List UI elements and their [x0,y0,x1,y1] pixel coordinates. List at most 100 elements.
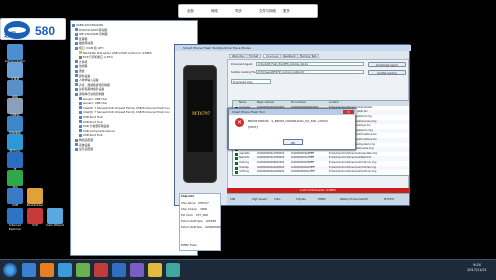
device-tree-item[interactable]: USB Composite Device [79,129,115,133]
device-tree-item[interactable]: 通用串行总线控制器 [75,92,104,96]
chip-info-value: MT6797 [198,202,209,205]
device-tree-item[interactable]: 计算机 [75,60,87,64]
chip-info-title: Chip Info [181,195,195,198]
desktop-app-icon [27,188,43,204]
device-category-icon [79,101,82,105]
desktop-icon[interactable]: 腾讯QQ [4,134,26,154]
toolbar-item[interactable]: 网络 [211,8,218,13]
table-cell: 0x000000000a400000 [257,170,285,174]
device-tree-item[interactable]: 端口 (COM 和 LPT) [75,46,104,50]
device-tree-item[interactable]: 网络适配器 [75,138,93,142]
device-category-icon [79,110,82,114]
device-category-icon [72,23,75,27]
chip-info-key: Ext Clock [181,214,194,217]
toolbar-item[interactable]: 同步 [235,8,242,13]
desktop-icon[interactable]: 控制面板 [4,116,26,136]
download-mode-select[interactable]: Download Only [231,79,271,84]
tab-format[interactable]: Format [246,54,262,58]
desktop-icon[interactable]: IE [4,152,26,172]
desktop-icon-area: Administrator 计算机 网络 回收站 控制面板 腾讯QQ IE 360 USB Int… [0,0,66,258]
taskbar-app-icon[interactable] [130,263,144,277]
tab-memory-test[interactable]: Memory Test [297,54,320,58]
device-tree-item[interactable]: USB Root Hub [79,120,103,124]
device-tree-item[interactable]: 人体学输入设备 [75,78,99,82]
device-tree-item[interactable]: 鼠标和其他指针设备 [75,87,104,91]
device-tree-item[interactable]: USB 大容量存储设备 [79,124,109,128]
taskbar-app-icon[interactable] [148,263,162,277]
device-tree-item[interactable]: Generic USB Hub [79,101,107,105]
device-tree-label: USER-20170622AW [76,23,104,27]
row-checkbox[interactable] [234,171,238,175]
device-tree-item[interactable]: USB Root Hub [79,115,103,119]
device-tree-label: 磁盘驱动器 [79,41,93,46]
desktop-app-icon [7,170,23,186]
device-tree-item[interactable]: 监视器 [75,64,87,68]
download-agent-field[interactable]: C:\tools\SP_Flash_Tool\MTK_AllInOne_DA.b… [256,62,364,66]
toolbar-item[interactable]: 全部 [187,8,194,13]
taskbar-app-icon[interactable] [166,263,180,277]
row-checkbox[interactable] [234,162,238,165]
desktop-icon[interactable]: 360 [4,170,26,190]
desktop-icon[interactable]: 回收站 [4,98,26,118]
desktop-icon[interactable]: VCP [24,208,46,228]
status-cell: 0 Bytes [296,198,306,201]
device-tree-label: Generic USB Hub [83,96,108,101]
toolbar-item[interactable]: 文件与网络 [259,8,276,13]
desktop-icon[interactable]: Internet Explorer [4,208,26,230]
taskbar-app-icon[interactable] [112,263,126,277]
download-agent-button[interactable]: Download Agent [368,61,406,67]
device-tree-item[interactable]: USER-20170622AW [72,23,103,27]
scatter-button[interactable]: Scatter-loading [368,69,406,75]
desktop-icon[interactable]: Bootloader [24,188,46,208]
taskbar-app-icon[interactable] [22,263,36,277]
chip-info-row: Extern RAM Type LPDDR3 [181,220,216,223]
row-checkbox[interactable] [234,166,238,170]
device-tree-label: Generic USB Hub [83,101,108,106]
table-row[interactable]: md3img 0x000000000a400000 0x000000000a7fff… [233,170,409,175]
tab-welcome[interactable]: Welcome [229,54,247,58]
desktop-icon[interactable]: USB [4,188,26,208]
row-checkbox[interactable] [234,152,238,156]
desktop-icon[interactable]: 计算机 [4,62,26,82]
desktop-app-icon [7,134,23,150]
device-tree-item[interactable]: DVD/CD-ROM 驱动器 [75,28,107,32]
row-checkbox[interactable] [234,157,238,161]
taskbar-app-icon[interactable] [58,263,72,277]
device-tree-item[interactable]: 处理器 [75,37,87,41]
dialog-close-button[interactable]: ✕ [343,110,354,114]
chip-info-row: Chip Name MT6797 [181,202,209,205]
device-category-icon [75,74,78,78]
device-category-icon [79,51,82,55]
chip-info-value: EXT_26M [196,214,208,217]
device-tree-item[interactable]: 磁盘驱动器 [75,41,93,45]
device-tree-item[interactable]: USB Root Hub [79,133,103,137]
desktop-icon[interactable]: 网络 [4,80,26,100]
device-tree-label: USB Root Hub [83,119,103,124]
taskbar-app-icon[interactable] [76,263,90,277]
device-tree-item[interactable]: 系统设备 [75,143,90,147]
device-tree-item[interactable]: 声音、视频和游戏控制器 [75,83,110,87]
desktop-icon[interactable]: Administrator [4,44,26,64]
desktop-icon[interactable]: Cam Wizard [44,208,66,228]
scatter-field[interactable]: D:\firmware\MT6797_Android_scatter.txt [256,70,364,74]
device-tree-item[interactable]: 显示适配器 [75,147,93,151]
tab-readback[interactable]: Readback [280,54,299,58]
taskbar-app-icon[interactable] [94,263,108,277]
device-tree-item[interactable]: 键盘 [75,69,85,73]
device-tree-item[interactable]: ECP 打印机端口 (LPT1) [79,55,113,59]
taskbar-app-icon[interactable] [40,263,54,277]
device-tree-item[interactable]: MediaTek PreLoader USB VCOM (Android) (C… [79,51,152,55]
chip-info-row: Chip Version CB00 [181,208,207,211]
device-tree-item[interactable]: Generic USB Hub [79,97,107,101]
device-category-icon [75,32,78,36]
scatter-label: Scatter-loading File [231,71,256,74]
start-button[interactable] [3,263,17,277]
device-category-icon [75,78,78,82]
flash-tool-tabs: Welcome Format Download Readback Memory Test [227,45,409,59]
device-tree-item[interactable]: 其他设备 [75,74,90,78]
device-tree-item[interactable]: IDE ATA/ATAPI 控制器 [75,32,108,36]
device-tree-item[interactable]: Intel(R) 7 Series/C216 Chipset Family US… [79,110,170,114]
device-tree-item[interactable]: Intel(R) 7 Series/C216 Chipset Family US… [79,106,170,110]
toolbar-item[interactable]: 更多 [283,8,290,13]
dialog-ok-button[interactable]: OK [283,139,303,145]
